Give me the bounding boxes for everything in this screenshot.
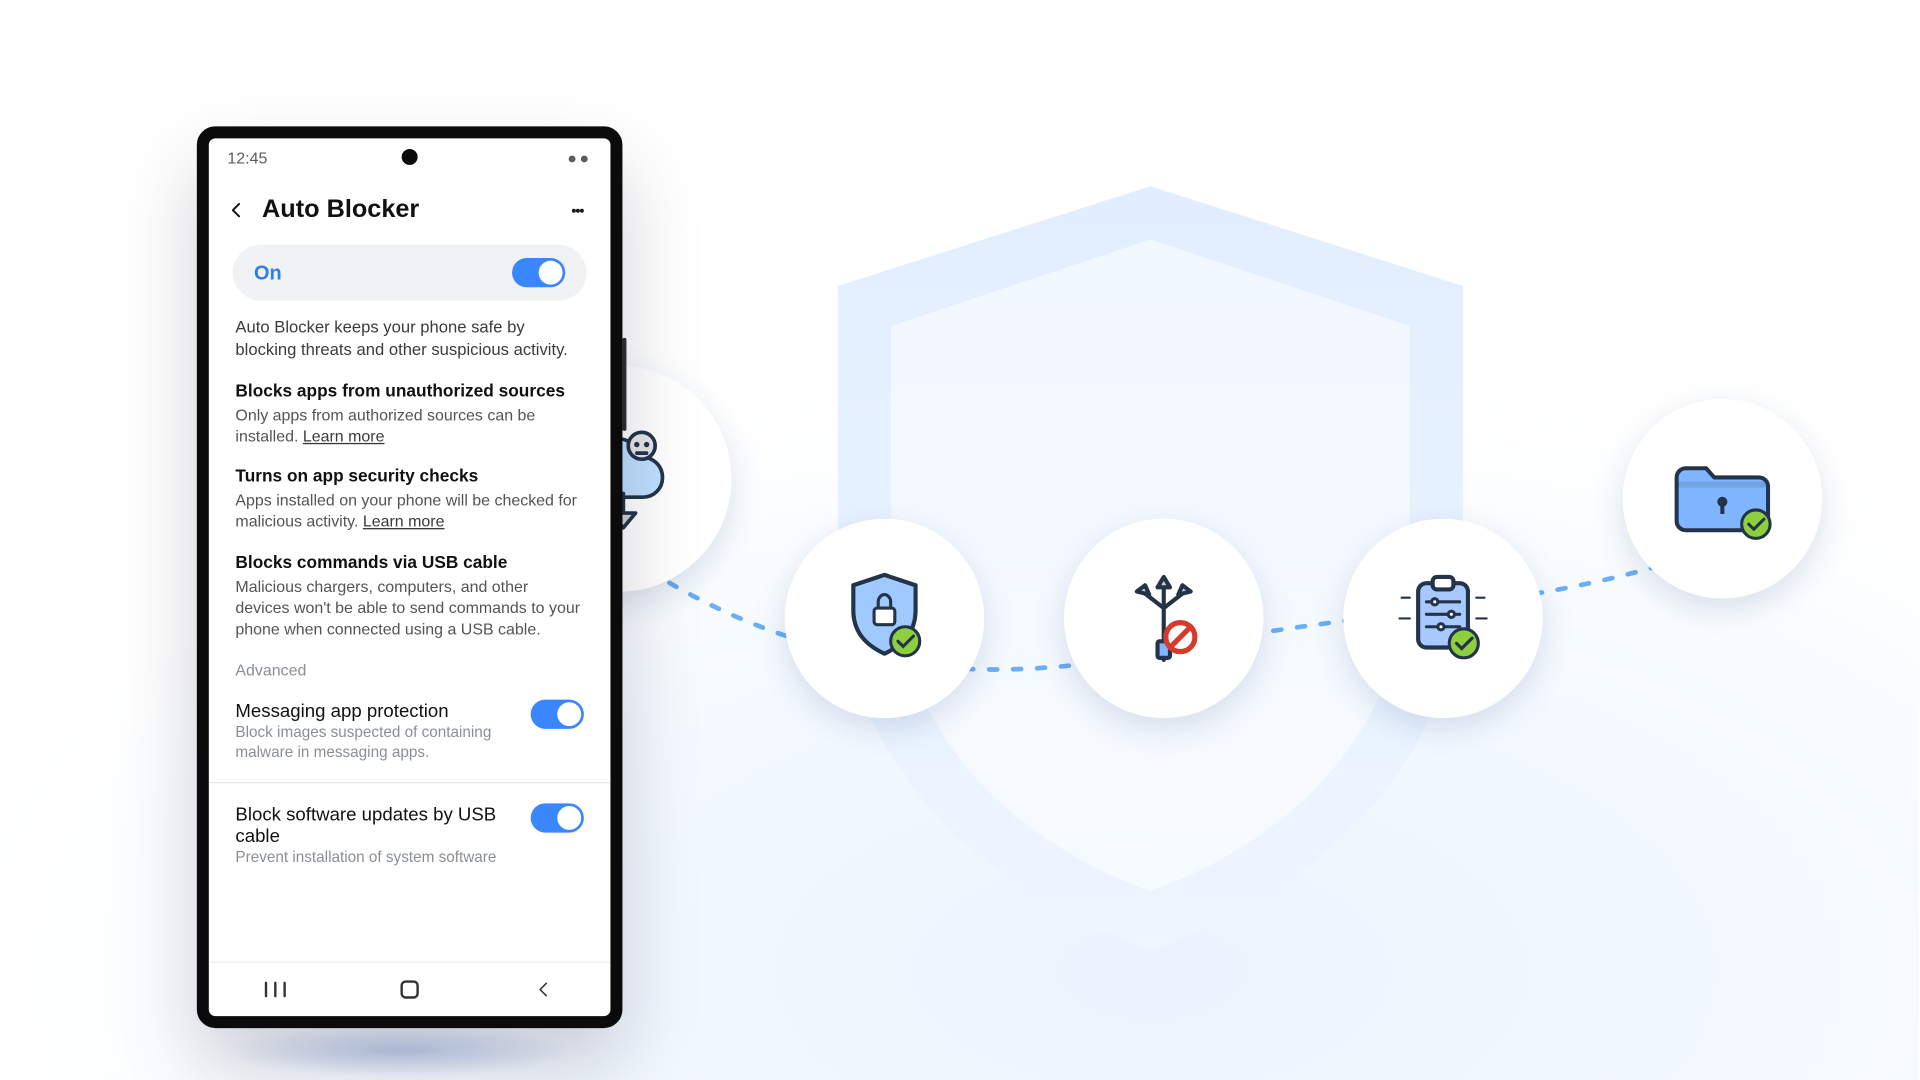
canvas: 12:45 ●● Auto Blocker On Auto Blocker ke… bbox=[0, 0, 1920, 1080]
section-usb-commands: Blocks commands via USB cable Malicious … bbox=[235, 551, 583, 640]
chevron-left-icon bbox=[534, 980, 553, 999]
advanced-label: Advanced bbox=[235, 661, 583, 680]
section-title: Turns on app security checks bbox=[235, 466, 583, 486]
option-messaging-protection[interactable]: Messaging app protection Block images su… bbox=[233, 685, 587, 777]
section-unauthorized-sources: Blocks apps from unauthorized sources On… bbox=[235, 380, 583, 447]
page-title: Auto Blocker bbox=[262, 196, 552, 225]
divider bbox=[209, 782, 611, 783]
back-button[interactable] bbox=[217, 190, 257, 230]
feature-bubble-app-security bbox=[785, 519, 985, 719]
option-title: Block software updates by USB cable bbox=[235, 803, 501, 846]
system-nav-bar bbox=[209, 962, 611, 1017]
phone-frame: 12:45 ●● Auto Blocker On Auto Blocker ke… bbox=[197, 126, 623, 1028]
learn-more-link[interactable]: Learn more bbox=[303, 427, 385, 446]
home-icon bbox=[399, 979, 420, 1000]
option-block-usb-updates[interactable]: Block software updates by USB cable Prev… bbox=[233, 789, 587, 882]
option-subtitle: Prevent installation of system software bbox=[235, 848, 501, 868]
usb-trident-blocked-icon bbox=[1112, 567, 1216, 671]
learn-more-link[interactable]: Learn more bbox=[363, 512, 445, 531]
settings-scroll-area[interactable]: On Auto Blocker keeps your phone safe by… bbox=[209, 242, 611, 962]
section-body: Malicious chargers, computers, and other… bbox=[235, 575, 583, 640]
more-options-button[interactable] bbox=[557, 190, 597, 230]
feature-bubble-settings-check bbox=[1343, 519, 1543, 719]
back-nav-button[interactable] bbox=[517, 976, 570, 1003]
recents-button[interactable] bbox=[249, 976, 302, 1003]
phone-screen: 12:45 ●● Auto Blocker On Auto Blocker ke… bbox=[209, 138, 611, 1016]
status-icons: ●● bbox=[567, 149, 592, 168]
option-toggle[interactable] bbox=[531, 700, 584, 729]
option-title: Messaging app protection bbox=[235, 700, 501, 721]
master-toggle-label: On bbox=[254, 261, 282, 284]
secure-folder-check-icon bbox=[1666, 450, 1778, 548]
home-button[interactable] bbox=[383, 976, 436, 1003]
phone-shadow bbox=[226, 1024, 572, 1077]
section-title: Blocks commands via USB cable bbox=[235, 551, 583, 571]
feature-bubble-usb-block bbox=[1064, 519, 1264, 719]
status-time: 12:45 bbox=[227, 149, 267, 168]
section-app-security-checks: Turns on app security checks Apps instal… bbox=[235, 466, 583, 533]
recents-icon bbox=[264, 980, 288, 999]
section-body: Apps installed on your phone will be che… bbox=[235, 490, 583, 533]
intro-text: Auto Blocker keeps your phone safe by bl… bbox=[235, 317, 583, 362]
chevron-left-icon bbox=[227, 201, 246, 220]
illustration-stage: 12:45 ●● Auto Blocker On Auto Blocker ke… bbox=[0, 0, 1919, 1080]
master-toggle-row[interactable]: On bbox=[233, 245, 587, 301]
section-title: Blocks apps from unauthorized sources bbox=[235, 380, 583, 400]
master-toggle[interactable] bbox=[512, 258, 565, 287]
clipboard-settings-check-icon bbox=[1391, 567, 1495, 671]
shield-lock-check-icon bbox=[833, 567, 937, 671]
feature-bubble-secure-folder bbox=[1623, 399, 1823, 599]
option-subtitle: Block images suspected of containing mal… bbox=[235, 724, 501, 764]
option-toggle[interactable] bbox=[531, 803, 584, 832]
app-header: Auto Blocker bbox=[209, 178, 611, 242]
section-body: Only apps from authorized sources can be… bbox=[235, 404, 583, 447]
status-bar: 12:45 ●● bbox=[209, 138, 611, 178]
